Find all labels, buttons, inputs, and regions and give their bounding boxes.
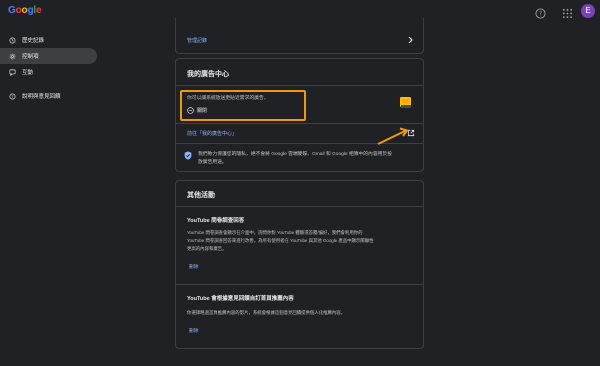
google-logo[interactable]: Google <box>8 5 42 16</box>
goto-ad-center-link[interactable]: 前往「我的廣告中心」 <box>187 130 237 137</box>
activity-card: 管理記錄 <box>175 18 424 54</box>
section-description-line: YouTube 問卷調查會顯示在介面中，詢問你對 YouTube 體驗或答覆/偏… <box>187 230 363 235</box>
svg-text:?: ? <box>12 94 14 98</box>
highlight-box <box>180 90 306 121</box>
card-title: 其他活動 <box>187 192 215 199</box>
sidebar-item-controls[interactable]: 控制項 <box>0 48 97 64</box>
privacy-note-line: 放廣告用途。 <box>198 160 227 165</box>
manage-records-link[interactable]: 管理記錄 <box>187 37 207 44</box>
gear-icon <box>9 53 16 59</box>
section-description-line: 更高的內容和廣告。 <box>187 246 227 251</box>
section-description-line: 你選擇略過首頁推薦內容的影片，系統會根據這個意見回饋提供個人化推薦內容。 <box>187 310 346 315</box>
logo-letter: G <box>8 5 16 16</box>
divider <box>176 85 423 86</box>
feedback-icon <box>9 69 16 76</box>
help-circle-icon[interactable]: ? <box>535 6 546 19</box>
card-title: 我的廣告中心 <box>187 71 229 78</box>
sidebar-item-history[interactable]: 歷史記錄 <box>0 32 97 48</box>
sidebar-item-interactions[interactable]: 互動 <box>0 64 97 80</box>
help-circle-icon: ? <box>9 93 16 99</box>
sidebar-item-label: 歷史記錄 <box>22 38 45 44</box>
delete-feedback-link[interactable]: 刪除 <box>189 327 199 334</box>
section-description-line: YouTube 問卷調查回答來進行改善，為所有使用者在 YouTube 與其他 … <box>187 238 374 243</box>
sidebar: 歷史記錄 控制項 互動 ? 說明與意見回饋 <box>0 32 97 104</box>
chevron-right-icon[interactable] <box>407 36 414 44</box>
privacy-note-line: 我們致力保護您的隱私，絕不會將 Google 雲端硬碟、Gmail 和 Goog… <box>198 152 393 157</box>
sidebar-item-help[interactable]: ? 說明與意見回饋 <box>0 88 97 104</box>
annotation-arrow-icon <box>377 127 408 145</box>
logo-letter: e <box>35 5 42 16</box>
sidebar-item-label: 控制項 <box>22 54 39 60</box>
sidebar-item-label: 互動 <box>22 70 34 76</box>
other-activity-card: 其他活動 YouTube 問卷調查回答 YouTube 問卷調查會顯示在介面中，… <box>175 180 424 349</box>
sidebar-item-label: 說明與意見回饋 <box>22 94 61 100</box>
avatar[interactable]: E <box>581 4 595 18</box>
section-title: YouTube 會根據意見回饋自訂首頁推薦內容 <box>187 296 294 302</box>
divider <box>176 206 423 207</box>
divider <box>176 284 423 285</box>
section-title: YouTube 問卷調查回答 <box>187 218 245 224</box>
apps-grid-icon[interactable] <box>562 6 573 19</box>
shield-icon <box>184 151 192 160</box>
ad-center-illustration <box>399 96 413 109</box>
divider <box>176 123 423 124</box>
delete-surveys-link[interactable]: 刪除 <box>189 263 199 270</box>
history-icon <box>9 37 16 43</box>
svg-text:?: ? <box>539 11 542 18</box>
